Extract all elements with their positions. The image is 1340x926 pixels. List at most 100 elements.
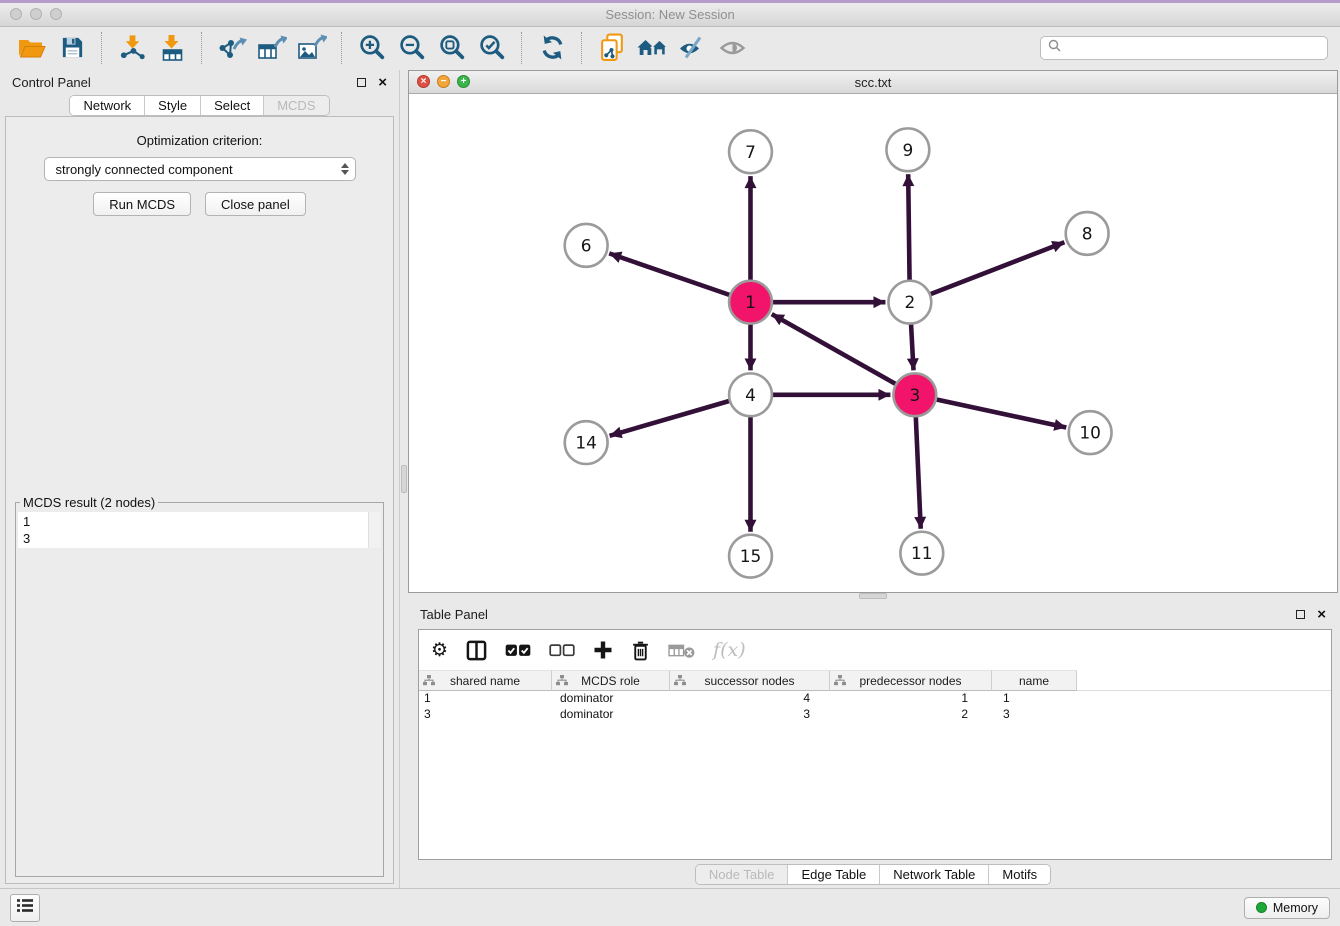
- table-rows: 1dominator4113dominator323: [419, 691, 1331, 723]
- column-layout-icon[interactable]: [466, 640, 487, 661]
- close-table-panel-icon[interactable]: ×: [1317, 610, 1326, 620]
- cell-shared-name[interactable]: 3: [419, 707, 552, 723]
- window-close-button[interactable]: [10, 8, 22, 20]
- cell-shared-name[interactable]: 1: [419, 691, 552, 707]
- tab-network-table[interactable]: Network Table: [879, 865, 988, 884]
- edge-2-3[interactable]: [911, 323, 914, 371]
- node-10[interactable]: 10: [1069, 411, 1112, 454]
- cell-successor-nodes[interactable]: 3: [670, 707, 830, 723]
- select-all-icon[interactable]: [505, 643, 531, 658]
- search-box[interactable]: [1040, 36, 1328, 60]
- main-toolbar: [0, 27, 1340, 68]
- close-panel-button[interactable]: Close panel: [205, 192, 306, 216]
- toolbar-separator: [201, 32, 203, 64]
- tab-motifs[interactable]: Motifs: [988, 865, 1050, 884]
- column-header-name[interactable]: name: [992, 670, 1077, 691]
- float-panel-icon[interactable]: [357, 78, 366, 87]
- tab-mcds[interactable]: MCDS: [263, 96, 328, 115]
- node-6[interactable]: 6: [565, 224, 608, 267]
- node-4[interactable]: 4: [729, 373, 772, 416]
- table-row[interactable]: 1dominator411: [419, 691, 1331, 707]
- zoom-in-icon[interactable]: [355, 31, 389, 65]
- window-minimize-button[interactable]: [30, 8, 42, 20]
- network-close-button[interactable]: ×: [417, 75, 430, 88]
- table-column-headers: shared nameMCDS rolesuccessor nodesprede…: [419, 670, 1331, 691]
- cell-MCDS-role[interactable]: dominator: [552, 691, 670, 707]
- edge-4-14[interactable]: [610, 400, 731, 435]
- toolbar-separator: [101, 32, 103, 64]
- result-scrollbar[interactable]: [368, 512, 381, 548]
- tab-select[interactable]: Select: [200, 96, 263, 115]
- tab-node-table[interactable]: Node Table: [696, 865, 788, 884]
- task-history-button[interactable]: [10, 894, 40, 922]
- column-header-predecessor-nodes[interactable]: predecessor nodes: [830, 670, 992, 691]
- node-1[interactable]: 1: [729, 281, 772, 324]
- network-minimize-button[interactable]: −: [437, 75, 450, 88]
- list-icon: [16, 898, 34, 918]
- cell-predecessor-nodes[interactable]: 2: [830, 707, 992, 723]
- tab-style[interactable]: Style: [144, 96, 200, 115]
- control-panel-tabs: NetworkStyleSelectMCDS: [69, 95, 329, 116]
- duplicate-network-icon[interactable]: [595, 31, 629, 65]
- memory-button[interactable]: Memory: [1244, 897, 1330, 919]
- tab-network[interactable]: Network: [70, 96, 144, 115]
- float-table-panel-icon[interactable]: [1296, 610, 1305, 619]
- edge-3-11[interactable]: [916, 415, 921, 529]
- delete-column-icon[interactable]: [631, 640, 650, 661]
- svg-text:8: 8: [1082, 223, 1093, 243]
- node-8[interactable]: 8: [1066, 212, 1109, 255]
- export-image-icon[interactable]: [295, 31, 329, 65]
- cell-name[interactable]: 3: [992, 707, 1077, 723]
- search-input[interactable]: [1066, 40, 1320, 56]
- export-table-icon[interactable]: [255, 31, 289, 65]
- column-type-icon: [556, 675, 568, 690]
- close-panel-icon[interactable]: ×: [378, 78, 387, 88]
- control-panel-title: Control Panel: [12, 75, 357, 90]
- import-network-icon[interactable]: [115, 31, 149, 65]
- first-neighbors-icon[interactable]: [635, 31, 669, 65]
- table-settings-icon[interactable]: ⚙: [431, 641, 448, 660]
- node-2[interactable]: 2: [888, 281, 931, 324]
- node-9[interactable]: 9: [886, 128, 929, 171]
- deselect-all-icon[interactable]: [549, 643, 575, 658]
- edge-3-10[interactable]: [935, 399, 1066, 427]
- hide-selected-icon[interactable]: [675, 31, 709, 65]
- edge-3-1[interactable]: [772, 314, 897, 385]
- node-3[interactable]: 3: [893, 373, 936, 416]
- table-panel: Table Panel × ⚙f(x) shared nameMCDS role…: [408, 599, 1338, 888]
- column-header-successor-nodes[interactable]: successor nodes: [670, 670, 830, 691]
- column-header-shared-name[interactable]: shared name: [419, 670, 552, 691]
- zoom-fit-icon[interactable]: [435, 31, 469, 65]
- export-network-icon[interactable]: [215, 31, 249, 65]
- network-maximize-button[interactable]: +: [457, 75, 470, 88]
- node-11[interactable]: 11: [900, 532, 943, 575]
- zoom-out-icon[interactable]: [395, 31, 429, 65]
- window-maximize-button[interactable]: [50, 8, 62, 20]
- column-header-MCDS-role[interactable]: MCDS role: [552, 670, 670, 691]
- edge-1-6[interactable]: [609, 253, 731, 295]
- refresh-icon[interactable]: [535, 31, 569, 65]
- cell-successor-nodes[interactable]: 4: [670, 691, 830, 707]
- node-14[interactable]: 14: [565, 421, 608, 464]
- run-mcds-button[interactable]: Run MCDS: [93, 192, 191, 216]
- edge-2-8[interactable]: [929, 242, 1064, 295]
- save-session-icon[interactable]: [55, 31, 89, 65]
- zoom-selected-icon[interactable]: [475, 31, 509, 65]
- open-session-icon[interactable]: [15, 31, 49, 65]
- cell-MCDS-role[interactable]: dominator: [552, 707, 670, 723]
- tab-edge-table[interactable]: Edge Table: [787, 865, 879, 884]
- edge-2-9[interactable]: [908, 174, 909, 282]
- criterion-select[interactable]: strongly connected component: [44, 157, 356, 181]
- add-column-icon[interactable]: [593, 640, 613, 660]
- node-7[interactable]: 7: [729, 130, 772, 173]
- cell-predecessor-nodes[interactable]: 1: [830, 691, 992, 707]
- panel-splitter[interactable]: [400, 70, 408, 888]
- column-type-icon: [834, 675, 846, 690]
- cell-name[interactable]: 1: [992, 691, 1077, 707]
- table-row[interactable]: 3dominator323: [419, 707, 1331, 723]
- table-panel-title: Table Panel: [420, 607, 1296, 622]
- import-table-icon[interactable]: [155, 31, 189, 65]
- node-15[interactable]: 15: [729, 535, 772, 578]
- network-canvas[interactable]: 7 9 6 8 1 2 4 3 14 10 15 11: [409, 94, 1337, 592]
- svg-text:2: 2: [904, 292, 915, 312]
